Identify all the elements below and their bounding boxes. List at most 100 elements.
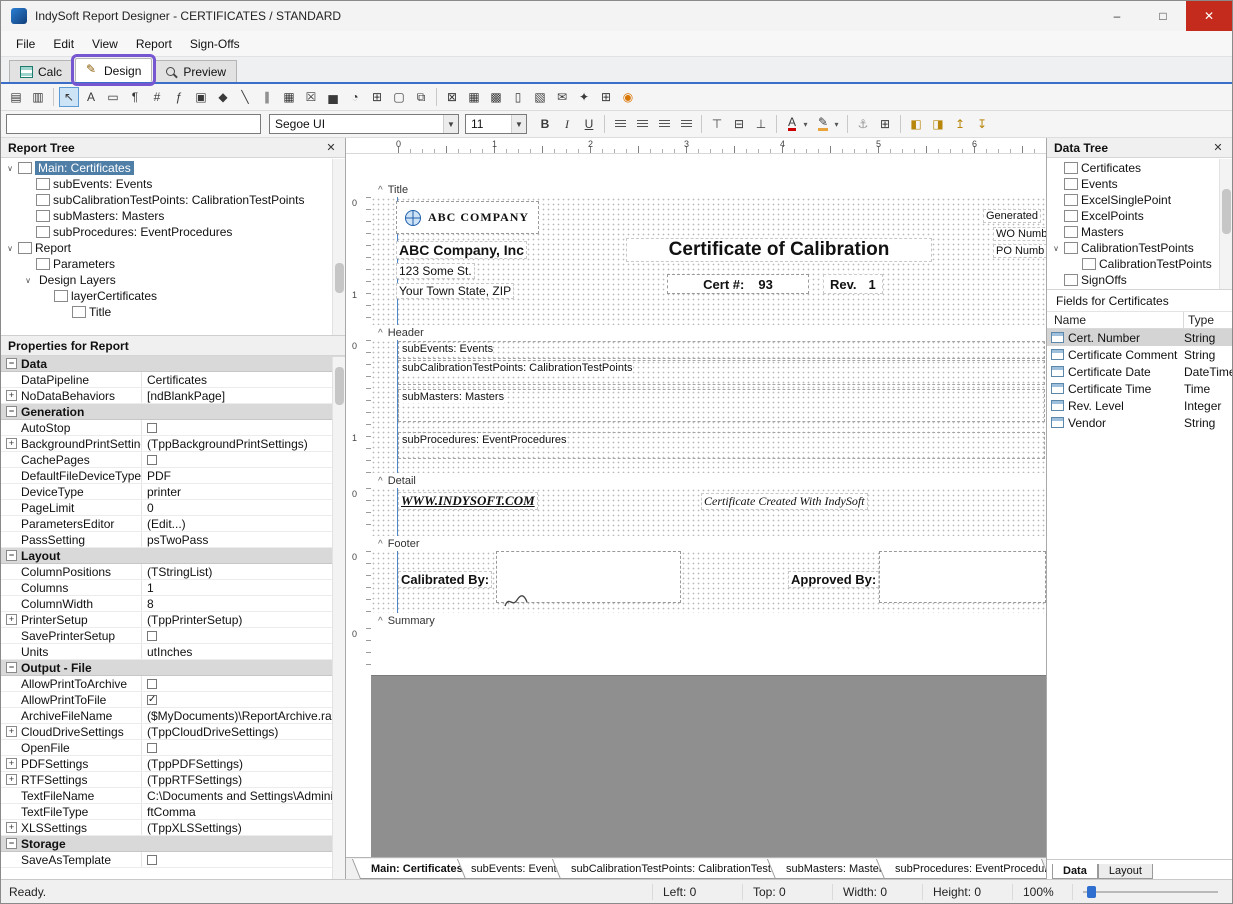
property-row[interactable]: ColumnWidth 8 (1, 596, 345, 612)
field-row[interactable]: Certificate Time Time (1047, 380, 1232, 397)
expand-icon[interactable] (6, 518, 17, 529)
property-row[interactable]: DefaultFileDeviceType PDF (1, 468, 345, 484)
minimize-button[interactable]: – (1094, 1, 1140, 31)
wo-number-label[interactable]: WO Numb (993, 227, 1046, 241)
horizontal-ruler[interactable]: 0123456 (346, 138, 1046, 154)
richtext-tool-icon[interactable]: ¶ (125, 87, 145, 107)
report-page-tab[interactable]: subEvents: Events (452, 859, 566, 879)
property-value[interactable]: ftComma (141, 804, 345, 819)
expand-icon[interactable] (6, 582, 17, 593)
expand-icon[interactable]: − (6, 550, 17, 561)
underline-button[interactable]: U (579, 114, 599, 134)
right-panel-tab[interactable]: Data (1052, 864, 1098, 879)
menu-item[interactable]: Sign-Offs (181, 33, 249, 55)
property-row[interactable]: − Generation (1, 404, 345, 420)
expand-icon[interactable] (6, 534, 17, 545)
property-value[interactable]: 0 (141, 500, 345, 515)
collapse-band-icon[interactable] (378, 327, 383, 339)
property-row[interactable]: TextFileName C:\Documents and Settings\A… (1, 788, 345, 804)
property-value[interactable] (141, 692, 345, 707)
expand-icon[interactable] (6, 854, 17, 865)
subreport-masters[interactable]: subMasters: Masters (398, 389, 1045, 422)
subreport-calibration-test-points[interactable]: subCalibrationTestPoints: CalibrationTes… (398, 360, 1045, 385)
approved-signature-box[interactable] (879, 551, 1046, 603)
data-tree-item[interactable]: ExcelPoints (1047, 208, 1232, 224)
pointer-tool-icon[interactable]: ↖ (59, 87, 79, 107)
property-value[interactable]: 1 (141, 580, 345, 595)
band-summary[interactable] (371, 628, 1046, 675)
expand-icon[interactable] (6, 566, 17, 577)
property-value[interactable] (141, 548, 345, 563)
property-row[interactable]: + BackgroundPrintSetting (TppBackgroundP… (1, 436, 345, 452)
property-value[interactable]: (TppBackgroundPrintSettings) (141, 436, 345, 451)
field-row[interactable]: Rev. Level Integer (1047, 397, 1232, 414)
report-tree-scrollbar[interactable] (332, 159, 345, 335)
expand-icon[interactable]: + (6, 390, 17, 401)
approved-by-label[interactable]: Approved By: (788, 571, 879, 588)
zoom-slider-track[interactable] (1083, 891, 1218, 893)
property-row[interactable]: SaveAsTemplate (1, 852, 345, 868)
report-tree-item[interactable]: subCalibrationTestPoints: CalibrationTes… (1, 192, 345, 208)
property-row[interactable]: + PrinterSetup (TppPrinterSetup) (1, 612, 345, 628)
data-tree-item[interactable]: Masters (1047, 224, 1232, 240)
property-value[interactable] (141, 628, 345, 643)
close-button[interactable]: ✕ (1186, 1, 1232, 31)
checkbox-icon[interactable] (147, 855, 157, 865)
property-value[interactable] (141, 852, 345, 867)
property-value[interactable] (141, 404, 345, 419)
scrollbar-thumb[interactable] (335, 263, 344, 293)
workspace-tab[interactable]: Preview (154, 60, 237, 82)
line-style-icon[interactable]: ▤ (6, 87, 26, 107)
expand-icon[interactable]: − (6, 838, 17, 849)
calibrated-by-label[interactable]: Calibrated By: (398, 571, 492, 588)
align-center-button[interactable] (632, 114, 652, 134)
property-value[interactable] (141, 836, 345, 851)
collapse-band-icon[interactable] (378, 615, 383, 627)
band-strip-summary[interactable]: Summary (346, 613, 1046, 628)
calibrated-signature-box[interactable] (496, 551, 681, 603)
property-value[interactable]: (TppCloudDriveSettings) (141, 724, 345, 739)
property-row[interactable]: + RTFSettings (TppRTFSettings) (1, 772, 345, 788)
page-layout-icon[interactable]: ▯ (508, 87, 528, 107)
report-tree-item[interactable]: Parameters (1, 256, 345, 272)
report-tree-item[interactable]: Title (1, 304, 345, 320)
expand-icon[interactable]: + (6, 726, 17, 737)
property-value[interactable]: C:\Documents and Settings\Administr (141, 788, 345, 803)
checkbox-icon[interactable] (147, 679, 157, 689)
report-page-tab[interactable]: subProcedures: EventProcedures (876, 859, 1046, 879)
property-value[interactable]: (TppPDFSettings) (141, 756, 345, 771)
expand-icon[interactable] (6, 630, 17, 641)
report-tree-item[interactable]: ∨ Main: Certificates (1, 160, 345, 176)
wand-icon[interactable]: ✦ (574, 87, 594, 107)
data-tree-item[interactable]: SignOffs (1047, 272, 1232, 288)
data-tree-item[interactable]: ∨ CalibrationTestPoints (1047, 240, 1232, 256)
checkbox-icon[interactable] (147, 743, 157, 753)
property-row[interactable]: PassSetting psTwoPass (1, 532, 345, 548)
expand-icon[interactable] (6, 806, 17, 817)
property-row[interactable]: AllowPrintToFile (1, 692, 345, 708)
workspace-tab[interactable]: Design (75, 58, 152, 82)
certificate-title-label[interactable]: Certificate of Calibration (626, 238, 932, 262)
po-number-label[interactable]: PO Numb (993, 244, 1046, 258)
property-row[interactable]: CachePages (1, 452, 345, 468)
expand-icon[interactable]: − (6, 406, 17, 417)
property-value[interactable]: (TppRTFSettings) (141, 772, 345, 787)
menu-item[interactable]: Edit (44, 33, 83, 55)
grid-settings-icon[interactable]: ⊞ (596, 87, 616, 107)
property-value[interactable]: psTwoPass (141, 532, 345, 547)
collapse-band-icon[interactable] (378, 475, 383, 487)
expand-icon[interactable]: − (6, 662, 17, 673)
property-row[interactable]: − Data (1, 356, 345, 372)
expand-icon[interactable] (6, 710, 17, 721)
valign-middle-button[interactable]: ⊟ (729, 114, 749, 134)
properties-scrollbar[interactable] (332, 357, 345, 879)
align-right-button[interactable] (654, 114, 674, 134)
design-canvas[interactable]: Title 01 ABC COMPANY ABC Company, Inc 12… (346, 154, 1046, 857)
close-icon[interactable]: ✕ (1211, 141, 1225, 154)
property-value[interactable]: Certificates (141, 372, 345, 387)
borders-button[interactable]: ⊞ (875, 114, 895, 134)
property-row[interactable]: + NoDataBehaviors [ndBlankPage] (1, 388, 345, 404)
bring-to-front-button[interactable]: ◧ (906, 114, 926, 134)
property-row[interactable]: ColumnPositions (TStringList) (1, 564, 345, 580)
property-row[interactable]: Columns 1 (1, 580, 345, 596)
